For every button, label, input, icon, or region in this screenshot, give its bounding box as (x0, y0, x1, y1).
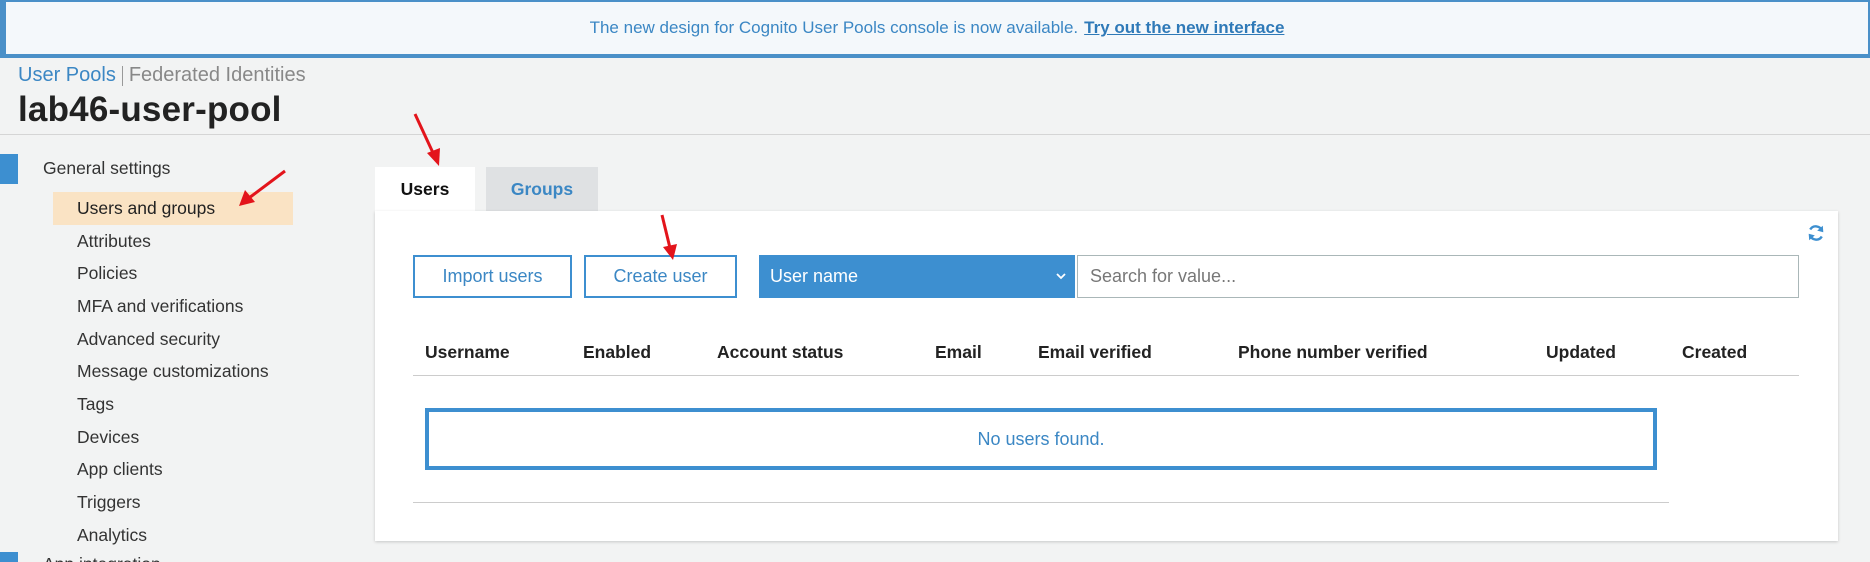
empty-state-message: No users found. (425, 408, 1657, 470)
chevron-down-icon (1056, 273, 1066, 280)
breadcrumb: User Pools Federated Identities (18, 64, 306, 87)
sidebar-section-general-settings[interactable]: General settings (43, 158, 170, 179)
try-new-interface-link[interactable]: Try out the new interface (1084, 18, 1284, 38)
column-header-enabled[interactable]: Enabled (583, 342, 651, 363)
column-header-account-status[interactable]: Account status (717, 342, 843, 363)
create-user-button[interactable]: Create user (584, 255, 737, 298)
federated-identities-link[interactable]: Federated Identities (129, 64, 306, 87)
tab-groups[interactable]: Groups (486, 167, 598, 211)
sidebar-item-tags[interactable]: Tags (53, 388, 293, 421)
sidebar-item-devices[interactable]: Devices (53, 421, 293, 454)
sidebar-item-triggers[interactable]: Triggers (53, 486, 293, 519)
annotation-arrow-users-tab (413, 113, 440, 166)
sidebar-item-mfa[interactable]: MFA and verifications (53, 290, 293, 323)
attribute-select-value: User name (770, 266, 859, 286)
sidebar-item-message-customizations[interactable]: Message customizations (53, 355, 293, 388)
column-header-email-verified[interactable]: Email verified (1038, 342, 1152, 363)
sidebar-item-attributes[interactable]: Attributes (53, 225, 293, 258)
section-marker (0, 154, 18, 184)
page-title: lab46-user-pool (18, 90, 282, 129)
banner-message: The new design for Cognito User Pools co… (589, 18, 1079, 37)
column-header-username[interactable]: Username (425, 342, 510, 363)
user-pools-link[interactable]: User Pools (18, 64, 116, 87)
column-header-updated[interactable]: Updated (1546, 342, 1616, 363)
empty-state-text: No users found. (977, 428, 1105, 449)
import-users-button[interactable]: Import users (413, 255, 572, 298)
column-header-email[interactable]: Email (935, 342, 982, 363)
search-input[interactable] (1077, 255, 1799, 298)
attribute-select[interactable]: User name (759, 255, 1075, 298)
sidebar-item-users-and-groups[interactable]: Users and groups (53, 192, 293, 225)
header-divider (0, 134, 1870, 135)
column-header-created[interactable]: Created (1682, 342, 1747, 363)
table-footer-divider (413, 502, 1669, 503)
tab-users[interactable]: Users (375, 167, 475, 211)
sidebar-item-analytics[interactable]: Analytics (53, 519, 293, 552)
new-console-banner: The new design for Cognito User Pools co… (0, 0, 1870, 58)
breadcrumb-divider (121, 65, 123, 86)
sidebar-item-policies[interactable]: Policies (53, 257, 293, 290)
sidebar-nav: Users and groups Attributes Policies MFA… (53, 192, 293, 552)
sidebar-section-app-integration[interactable]: App integration (43, 554, 161, 562)
sidebar-item-app-clients[interactable]: App clients (53, 454, 293, 487)
sidebar-item-advanced-security[interactable]: Advanced security (53, 323, 293, 356)
table-header-divider (413, 375, 1799, 376)
section-marker (0, 552, 18, 562)
column-header-phone-verified[interactable]: Phone number verified (1238, 342, 1428, 363)
refresh-icon[interactable] (1806, 223, 1826, 243)
